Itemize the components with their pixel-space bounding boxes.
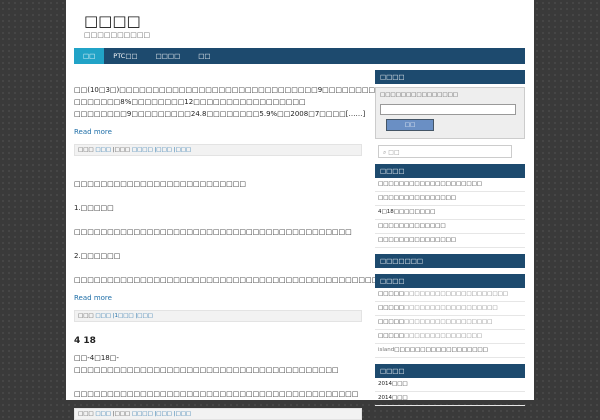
login-button[interactable]: □□ — [386, 119, 434, 131]
post-title[interactable]: 4 18 — [74, 336, 362, 346]
post-meta: □□□ □□□ |□□□ □□□□ |□□□ |□□□ — [74, 144, 362, 156]
recent-comments-list: □□□□□□□□□□□□□□□□□□□□□□□□□ □□□□□□□□□□□□□□… — [375, 288, 525, 358]
search-icon: ⌕ — [383, 149, 387, 156]
list-item[interactable]: □□□□□□□□□□□□□□□□□□□□ — [375, 178, 525, 192]
post-1: □□(10□3□)□□□□□□□□□□□□□□□□□□□□□□□□□□□□□□9… — [74, 84, 495, 156]
widget-title-comments: □□□□ — [375, 274, 525, 288]
search-input[interactable]: ⌕ □□ — [378, 145, 512, 158]
post-3: 4 18 □□-4□18□-□□□□□□□□□□□□□□□□□□□□□□□□□□… — [74, 336, 362, 420]
page: □□□□ □□□□□□□□□□ □□ PTC□□ □□□□ □□ □□(10□3… — [66, 0, 534, 420]
post-text: □□-4□18□-□□□□□□□□□□□□□□□□□□□□□□□□□□□□□□□… — [74, 354, 359, 398]
nav-item-3[interactable]: □□□□ — [147, 48, 190, 64]
nav-item-ptc[interactable]: PTC□□ — [104, 48, 146, 64]
read-more-link[interactable]: Read more — [74, 128, 112, 136]
login-text: □□□□□□□□□□□□□□□ — [380, 92, 458, 98]
recent-posts-list: □□□□□□□□□□□□□□□□□□□□ □□□□□□□□□□□□□□□ 4□1… — [375, 178, 525, 248]
widget-title-archive: □□□□ — [375, 364, 525, 378]
list-item[interactable]: 2014□□□ — [375, 392, 525, 406]
post-meta: □□□ □□□ |□□□ □□□□ |□□□ |□□□ — [74, 408, 362, 420]
list-item[interactable]: □□□□□□□□□□□□□□□□□□□□□□□ — [375, 302, 525, 316]
list-item[interactable]: □□□□□□□□□□□□□□□□□□□□ — [375, 330, 525, 344]
widget-title-categories: □□□□□□□ — [375, 254, 525, 268]
list-item[interactable]: □□□□□□□□□□□□□ — [375, 220, 525, 234]
list-item[interactable]: 4□18□□□□□□□□ — [375, 206, 525, 220]
widget-title-login: □□□□ — [375, 70, 525, 84]
sidebar: □□□□ □□□□□□□□□□□□□□□ □□ ⌕ □□ □□□□ □□□□□□… — [375, 70, 525, 412]
list-item[interactable]: □□□□□□□□□□□□□□□ — [375, 234, 525, 248]
post-text: □□(10□3□)□□□□□□□□□□□□□□□□□□□□□□□□□□□□□□9… — [74, 86, 495, 118]
post-2: □□□□□□□□□□□□□□□□□□□□□□□□□□ 1.□□□□□ □□□□□… — [74, 178, 425, 322]
nav-item-home[interactable]: □□ — [74, 48, 105, 64]
widget-title-recent: □□□□ — [375, 164, 525, 178]
list-item[interactable]: □□□□□□□□□□□□□□□□□□□□□□ — [375, 316, 525, 330]
nav-item-4[interactable]: □□ — [189, 48, 219, 64]
post-list: □□(10□3□)□□□□□□□□□□□□□□□□□□□□□□□□□□□□□□9… — [74, 84, 495, 420]
post-meta: □□□ □□□ |1□□□ |□□□ — [74, 310, 362, 322]
login-widget: □□□□□□□□□□□□□□□ □□ — [375, 87, 525, 139]
list-item[interactable]: 2014□□□ — [375, 378, 525, 392]
list-item[interactable]: □□□□□□□□□□□□□□□□□□□□□□□□□ — [375, 288, 525, 302]
site-description: □□□□□□□□□□ — [84, 31, 151, 39]
post-text: □□□□□□□□□□□□□□□□□□□□□□□□□□ 1.□□□□□ □□□□□… — [74, 180, 425, 284]
login-input[interactable] — [380, 104, 516, 115]
read-more-link[interactable]: Read more — [74, 294, 112, 302]
main-nav: □□ PTC□□ □□□□ □□ — [74, 48, 525, 64]
archive-list: 2014□□□ 2014□□□ — [375, 378, 525, 406]
site-title[interactable]: □□□□ — [84, 12, 141, 30]
list-item[interactable]: □□□□□□□□□□□□□□□ — [375, 192, 525, 206]
list-item[interactable]: island□□□□□□□□□□□□□□□□□□ — [375, 344, 525, 358]
